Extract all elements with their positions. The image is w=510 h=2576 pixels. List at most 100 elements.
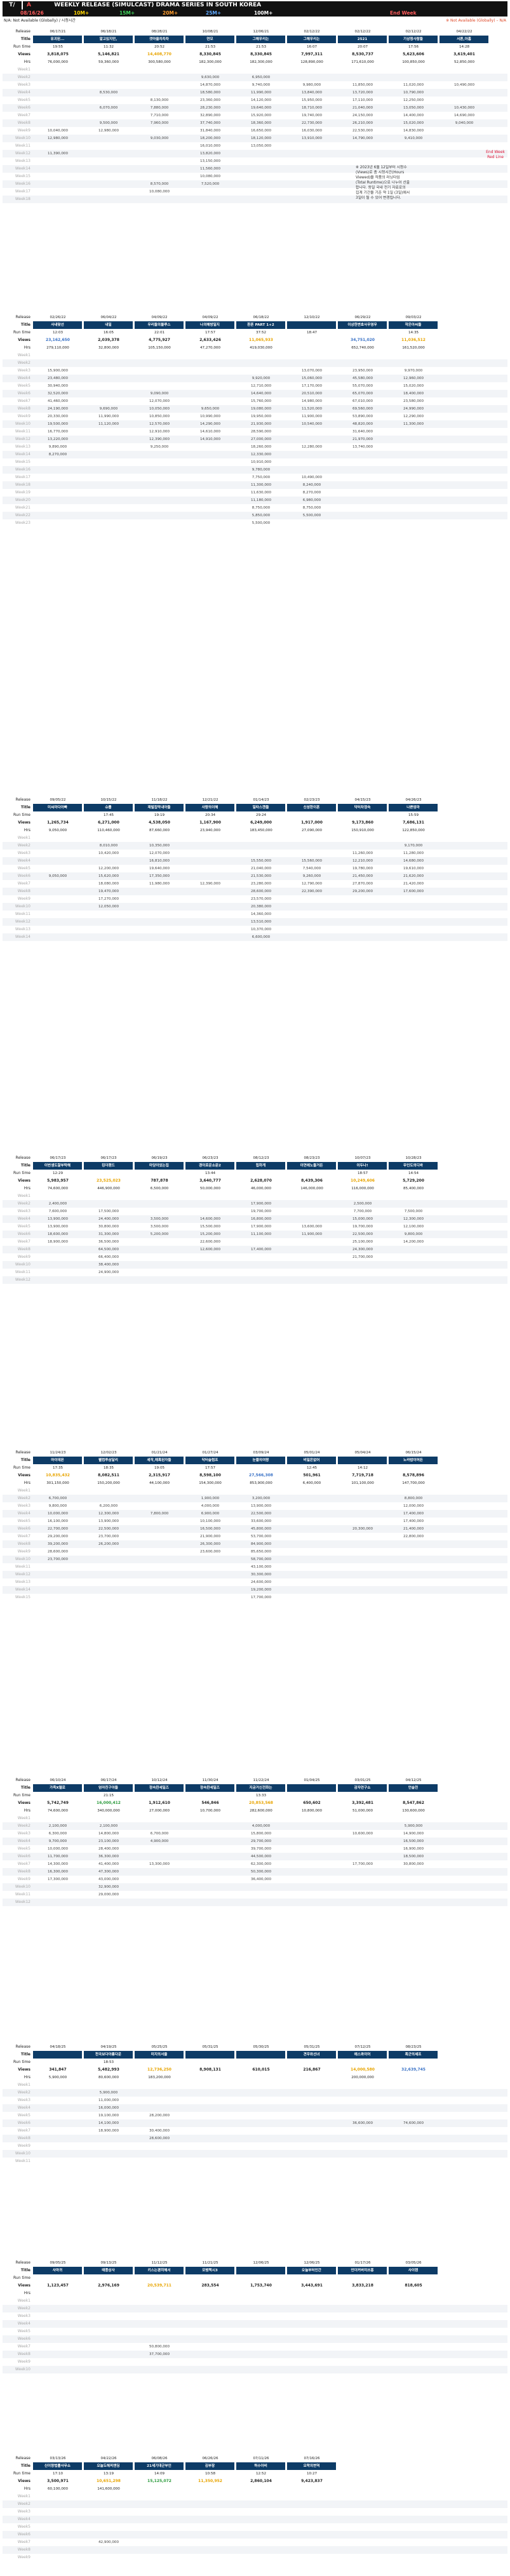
- table-cell[interactable]: 오늘도해피엔딩: [84, 2462, 133, 2470]
- table-cell: 20,853,568: [249, 1801, 273, 1805]
- table-cell: 8,800,000: [404, 1497, 423, 1500]
- table-cell[interactable]: 비밀은없어: [287, 1457, 337, 1464]
- table-cell: 87,660,000: [149, 829, 170, 832]
- table-cell[interactable]: 사랑의이해: [185, 804, 235, 811]
- table-cell[interactable]: [185, 2051, 235, 2059]
- table-cell[interactable]: 닥터슬럼프: [185, 1457, 235, 1464]
- table-cell[interactable]: 견우와선녀: [287, 2051, 337, 2059]
- table-cell[interactable]: 재벌집막내아들: [135, 804, 184, 811]
- table-cell: 14,400,000: [403, 114, 424, 117]
- table-cell[interactable]: 미지의서울: [135, 2051, 184, 2059]
- table-cell[interactable]: 나쁜엄마: [389, 804, 438, 811]
- table-cell[interactable]: 키스는괜히해서: [135, 2267, 184, 2274]
- table-cell[interactable]: 사마귀: [33, 2267, 83, 2274]
- table-cell[interactable]: 엄마친구아들: [84, 1784, 133, 1792]
- table-cell[interactable]: [287, 321, 337, 329]
- table-cell[interactable]: 21세기대군부인: [135, 2462, 184, 2470]
- table-cell[interactable]: 무인도의디바: [389, 1162, 438, 1170]
- table-cell[interactable]: 신성한이혼: [287, 804, 337, 811]
- table-cell: 17:35: [52, 1466, 64, 1470]
- table-cell[interactable]: 노라밥이머든: [389, 1457, 438, 1464]
- table-cell[interactable]: 이상한변호사우영우: [338, 321, 387, 329]
- table-cell[interactable]: 세작,매혹된자들: [135, 1457, 184, 1464]
- table-cell[interactable]: 언슬전: [389, 1784, 438, 1792]
- table-cell[interactable]: 김부장: [185, 2462, 235, 2470]
- table-row: Run time 21:15 13:33: [3, 1792, 507, 1799]
- table-cell[interactable]: 이두나!: [338, 1162, 387, 1170]
- row-label: Week12: [15, 437, 30, 441]
- table-cell: 23,950,000: [352, 369, 373, 373]
- table-cell[interactable]: 웰컴투삼달리: [84, 1457, 133, 1464]
- row-label: Week3: [17, 1831, 30, 1836]
- table-cell[interactable]: 일타스캔들: [236, 804, 286, 811]
- table-cell[interactable]: 이번생도잘부탁해: [33, 1162, 83, 1170]
- table-cell[interactable]: [33, 2051, 83, 2059]
- table-cell[interactable]: 유괴된...: [33, 36, 83, 43]
- table-cell[interactable]: 지금거신전화는: [236, 1784, 286, 1792]
- table-cell[interactable]: 정숙한세일즈: [135, 1784, 184, 1792]
- table-cell: 12:03: [52, 331, 64, 335]
- table-cell: 9,800,000: [48, 1504, 67, 1508]
- table-cell[interactable]: [236, 2051, 286, 2059]
- table-cell[interactable]: 닥터차정숙: [338, 804, 387, 811]
- table-cell: 279,110,000: [46, 346, 69, 350]
- table-cell[interactable]: 천국보다아름다운: [84, 2051, 133, 2059]
- table-cell[interactable]: 힙하게: [236, 1162, 286, 1170]
- table-cell: 18,120,000: [250, 137, 272, 140]
- row-label: Week5: [17, 384, 30, 388]
- table-cell[interactable]: 환혼 PART 1+2: [236, 321, 286, 329]
- table-cell[interactable]: 2521: [338, 36, 387, 43]
- table-cell[interactable]: 작은아씨들: [389, 321, 438, 329]
- table-cell[interactable]: 킹더랜드: [84, 1162, 133, 1170]
- table-cell[interactable]: [287, 1784, 337, 1792]
- table-cell[interactable]: 기상청사람들: [389, 36, 438, 43]
- table-cell[interactable]: 정숙한세일즈: [185, 1784, 235, 1792]
- table-cell: 171,610,000: [351, 60, 374, 64]
- table-cell[interactable]: 사이렌: [389, 2267, 438, 2274]
- table-cell[interactable]: 가족X멜로: [33, 1784, 83, 1792]
- table-cell[interactable]: 마당이있는집: [135, 1162, 184, 1170]
- table-cell[interactable]: 태풍상사: [84, 2267, 133, 2274]
- table-cell: 3,500,000: [150, 1217, 169, 1221]
- table-cell: 15,060,000: [301, 377, 323, 380]
- row-label: Week10: [15, 904, 30, 909]
- table-cell[interactable]: 마이데몬: [33, 1457, 83, 1464]
- table-cell[interactable]: 이연에노들거든: [287, 1162, 337, 1170]
- table-cell: 7,686,131: [403, 820, 424, 825]
- table-cell[interactable]: 그해우리는: [236, 36, 286, 43]
- table-cell: 2,100,000: [99, 1824, 118, 1828]
- table-cell[interactable]: 언더커버미쓰홍: [338, 2267, 387, 2274]
- table-cell[interactable]: 연모: [185, 36, 235, 43]
- table-cell[interactable]: 알고있지만,: [84, 36, 133, 43]
- table-cell[interactable]: 경이로운소문2: [185, 1162, 235, 1170]
- table-cell[interactable]: 신이랑법률사무소: [33, 2462, 83, 2470]
- table-cell: 13:19: [103, 2472, 114, 2476]
- table-cell[interactable]: 그해우리는: [287, 36, 337, 43]
- table-cell[interactable]: 모범택시3: [185, 2267, 235, 2274]
- table-cell[interactable]: 우리들의블루스: [135, 321, 184, 329]
- table-row: Week3 15,900,000 13,070,000 23,950,000 9,970…: [3, 367, 507, 375]
- table-cell[interactable]: 폭군의셰프: [389, 2051, 438, 2059]
- table-cell[interactable]: 눈물의여왕: [236, 1457, 286, 1464]
- table-cell[interactable]: [338, 1457, 387, 1464]
- table-cell[interactable]: 나의해방일지: [185, 321, 235, 329]
- table-cell[interactable]: 서른,아홉: [440, 36, 489, 43]
- table-cell[interactable]: 감자연구소: [338, 1784, 387, 1792]
- table-row: Week7 18,900,000 30,400,000: [3, 2127, 507, 2135]
- table-row: Week1: [3, 834, 507, 842]
- table-cell[interactable]: 사내맞선: [33, 321, 83, 329]
- table-cell: 9,800,000: [404, 1232, 423, 1236]
- table-cell[interactable]: 에스콰이어: [338, 2051, 387, 2059]
- table-cell[interactable]: 갯마을차차차: [135, 36, 184, 43]
- table-cell[interactable]: 내일: [84, 321, 133, 329]
- table-cell: 12,210,000: [352, 859, 373, 863]
- table-cell: 52,850,000: [453, 60, 475, 64]
- table-cell[interactable]: 미씨마다아빠: [33, 804, 83, 811]
- table-row: Week1: [3, 2493, 507, 2500]
- table-cell[interactable]: 오락의변역: [287, 2462, 337, 2470]
- table-cell[interactable]: 오늘부터인간: [287, 2267, 337, 2274]
- table-cell[interactable]: 허수아비: [236, 2462, 286, 2470]
- table-cell[interactable]: [236, 2267, 286, 2274]
- table-cell: 141,600,000: [97, 2487, 120, 2491]
- table-cell[interactable]: 슈룹: [84, 804, 133, 811]
